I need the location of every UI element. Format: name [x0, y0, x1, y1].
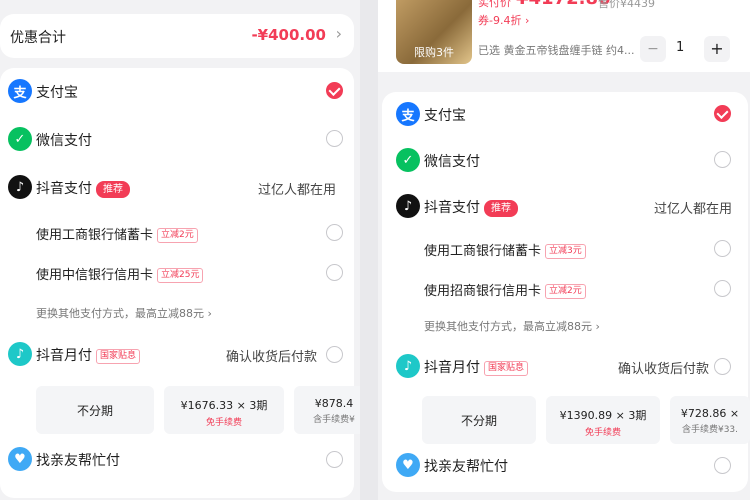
- payment-methods-card: 支 支付宝 ✓ 微信支付 ♪ 抖音支付 推荐 过亿人都在用 使用工商银行储蓄卡 立减…: [382, 92, 750, 492]
- more-payment-methods-link[interactable]: 更换其他支付方式，最高立减88元 ›: [424, 318, 600, 334]
- bank-card-1-radio[interactable]: [714, 240, 731, 257]
- wechat-pay-label: 微信支付: [424, 154, 480, 170]
- monthly-pay-radio[interactable]: [326, 346, 343, 363]
- product-header: 限购3件 实付价 ¥4172.86 售价¥4439 券-9.4折 › 已选 黄金…: [378, 0, 750, 72]
- alipay-label: 支付宝: [424, 108, 466, 124]
- wechat-pay-radio[interactable]: [714, 151, 731, 168]
- purchase-limit-label: 限购3件: [414, 46, 454, 59]
- alipay-label: 支付宝: [36, 85, 78, 101]
- douyin-pay-label: 抖音支付 推荐: [36, 178, 130, 198]
- discount-card[interactable]: 优惠合计 -¥400.00 ›: [0, 14, 354, 58]
- installment-3-periods[interactable]: ¥1676.33 × 3期 免手续费: [164, 386, 284, 434]
- douyin-pay-hint: 过亿人都在用: [258, 183, 337, 198]
- bank-card-option-1[interactable]: 使用工商银行储蓄卡 立减3元: [424, 240, 586, 259]
- quantity-decrease-button[interactable]: −: [640, 36, 666, 62]
- installment-3-periods[interactable]: ¥1390.89 × 3期 免手续费: [546, 396, 660, 444]
- bank-card-option-1[interactable]: 使用工商银行储蓄卡 立减2元: [36, 224, 198, 243]
- heart-icon: ♥: [396, 453, 420, 477]
- friend-pay-label: 找亲友帮忙付: [36, 453, 120, 469]
- coupon-link[interactable]: 券-9.4折 ›: [478, 12, 529, 28]
- payment-methods-card: 支 支付宝 ✓ 微信支付 ♪ 抖音支付 推荐 过亿人都在用 使用工商银行储蓄卡 立减…: [0, 68, 360, 498]
- wechat-pay-icon: ✓: [396, 148, 420, 172]
- monthly-pay-hint: 确认收货后付款: [226, 350, 318, 365]
- douyin-pay-icon: ♪: [396, 194, 420, 218]
- original-price: 售价¥4439: [598, 0, 655, 10]
- wechat-pay-icon: ✓: [8, 127, 32, 151]
- quantity-increase-button[interactable]: +: [704, 36, 730, 62]
- right-screenshot: 限购3件 实付价 ¥4172.86 售价¥4439 券-9.4折 › 已选 黄金…: [378, 0, 750, 500]
- screenshot-divider: [360, 0, 378, 500]
- selected-sku[interactable]: 已选 黄金五帝钱盘缠手链 约4...: [478, 42, 634, 58]
- installment-6-periods[interactable]: ¥878.4 含手续费¥: [294, 386, 360, 434]
- wechat-pay-label: 微信支付: [36, 133, 92, 149]
- douyin-pay-hint: 过亿人都在用: [654, 202, 733, 217]
- bank-card-2-radio[interactable]: [326, 264, 343, 281]
- discount-label: 优惠合计: [10, 30, 66, 46]
- bank-card-option-2[interactable]: 使用中信银行信用卡 立减25元: [36, 264, 204, 283]
- alipay-icon: 支: [396, 102, 420, 126]
- monthly-pay-radio[interactable]: [714, 358, 731, 375]
- monthly-pay-icon: ♪: [396, 354, 420, 378]
- chevron-right-icon: ›: [335, 24, 342, 43]
- installment-6-periods[interactable]: ¥728.86 × 含手续费¥33.: [670, 396, 750, 444]
- left-screenshot: 优惠合计 -¥400.00 › 支 支付宝 ✓ 微信支付 ♪ 抖音支付 推荐 过亿…: [0, 0, 360, 500]
- heart-icon: ♥: [8, 447, 32, 471]
- bank-card-2-radio[interactable]: [714, 280, 731, 297]
- paid-price-label: 实付价: [478, 0, 511, 9]
- product-thumbnail: 限购3件: [396, 0, 472, 64]
- bank-card-option-2[interactable]: 使用招商银行信用卡 立减2元: [424, 280, 586, 299]
- monthly-pay-label: 抖音月付 国家贴息: [424, 357, 529, 377]
- installment-none[interactable]: 不分期: [422, 396, 536, 444]
- friend-pay-label: 找亲友帮忙付: [424, 459, 508, 475]
- alipay-radio[interactable]: [714, 105, 731, 122]
- douyin-pay-icon: ♪: [8, 175, 32, 199]
- douyin-pay-label: 抖音支付 推荐: [424, 197, 518, 217]
- installment-none[interactable]: 不分期: [36, 386, 154, 434]
- discount-amount: -¥400.00: [251, 26, 326, 44]
- monthly-pay-icon: ♪: [8, 342, 32, 366]
- monthly-pay-label: 抖音月付 国家贴息: [36, 345, 141, 365]
- quantity-value: 1: [676, 40, 685, 55]
- alipay-icon: 支: [8, 79, 32, 103]
- monthly-pay-hint: 确认收货后付款: [618, 362, 710, 377]
- friend-pay-radio[interactable]: [326, 451, 343, 468]
- more-payment-methods-link[interactable]: 更换其他支付方式，最高立减88元 ›: [36, 305, 212, 321]
- friend-pay-radio[interactable]: [714, 457, 731, 474]
- bank-card-1-radio[interactable]: [326, 224, 343, 241]
- alipay-radio[interactable]: [326, 82, 343, 99]
- paid-price: ¥4172.86: [516, 0, 611, 9]
- wechat-pay-radio[interactable]: [326, 130, 343, 147]
